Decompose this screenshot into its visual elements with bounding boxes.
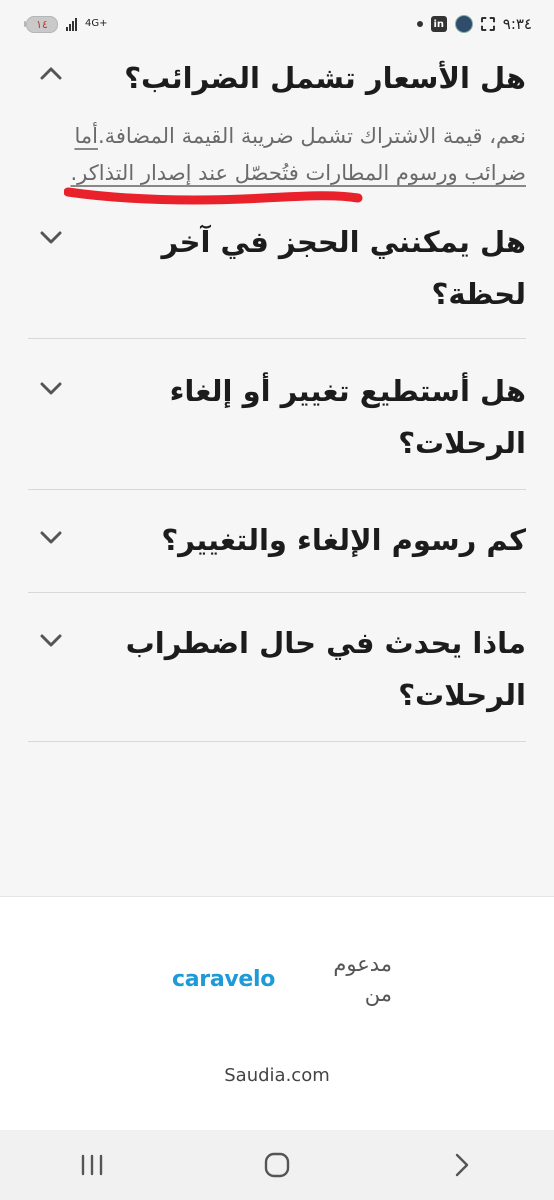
faq-list: هل الأسعار تشمل الضرائب؟ نعم، قيمة الاشت… bbox=[28, 48, 526, 742]
saudia-app-icon bbox=[454, 15, 473, 33]
faq-item[interactable]: هل يمكنني الحجز في آخر لحظة؟ bbox=[28, 200, 526, 339]
red-underline-annotation bbox=[64, 187, 363, 205]
faq-question[interactable]: كم رسوم الإلغاء والتغيير؟ bbox=[28, 514, 526, 566]
network-type: 4G+ bbox=[85, 18, 108, 29]
sponsor-row: caravelo مدعوم من bbox=[172, 947, 392, 1011]
home-icon[interactable] bbox=[247, 1140, 307, 1190]
caravelo-logo[interactable]: caravelo bbox=[172, 967, 275, 992]
faq-item[interactable]: هل الأسعار تشمل الضرائب؟ نعم، قيمة الاشت… bbox=[28, 48, 526, 200]
chevron-up-icon[interactable] bbox=[38, 60, 64, 86]
sponsored-by-label: مدعوم من bbox=[333, 952, 392, 1006]
faq-item[interactable]: كم رسوم الإلغاء والتغيير؟ bbox=[28, 490, 526, 593]
screenshot-icon bbox=[480, 17, 495, 31]
clock: ٩:٣٤ bbox=[502, 15, 532, 33]
faq-item[interactable]: ماذا يحدث في حال اضطراب الرحلات؟ bbox=[28, 593, 526, 742]
status-right: in ٩:٣٤ bbox=[416, 15, 532, 33]
system-nav-bar bbox=[0, 1130, 554, 1200]
status-bar: ١٤ 4G+ in ٩:٣٤ bbox=[0, 0, 554, 48]
chevron-down-icon[interactable] bbox=[38, 524, 64, 550]
signal-icon bbox=[66, 17, 77, 31]
battery-level: ١٤ bbox=[36, 17, 48, 31]
faq-item[interactable]: هل أستطيع تغيير أو إلغاء الرحلات؟ bbox=[28, 339, 526, 490]
faq-question[interactable]: هل أستطيع تغيير أو إلغاء الرحلات؟ bbox=[28, 365, 526, 469]
sponsor-section: caravelo مدعوم من Saudia.com bbox=[0, 896, 554, 1131]
faq-question[interactable]: هل يمكنني الحجز في آخر لحظة؟ bbox=[28, 216, 526, 320]
saudia-link[interactable]: Saudia.com bbox=[0, 1065, 554, 1086]
chevron-down-icon[interactable] bbox=[38, 375, 64, 401]
chevron-down-icon[interactable] bbox=[38, 224, 64, 250]
battery-icon: ١٤ bbox=[24, 15, 58, 33]
chevron-down-icon[interactable] bbox=[38, 627, 64, 653]
recent-apps-icon[interactable] bbox=[62, 1140, 122, 1190]
status-left: ١٤ 4G+ bbox=[24, 15, 108, 33]
answer-text-1: نعم، قيمة الاشتراك تشمل ضريبة القيمة الم… bbox=[97, 124, 526, 148]
back-icon[interactable] bbox=[432, 1140, 492, 1190]
faq-question[interactable]: هل الأسعار تشمل الضرائب؟ bbox=[28, 52, 526, 104]
faq-question[interactable]: ماذا يحدث في حال اضطراب الرحلات؟ bbox=[28, 617, 526, 721]
linkedin-icon: in bbox=[430, 16, 447, 32]
dot-icon bbox=[416, 21, 423, 27]
